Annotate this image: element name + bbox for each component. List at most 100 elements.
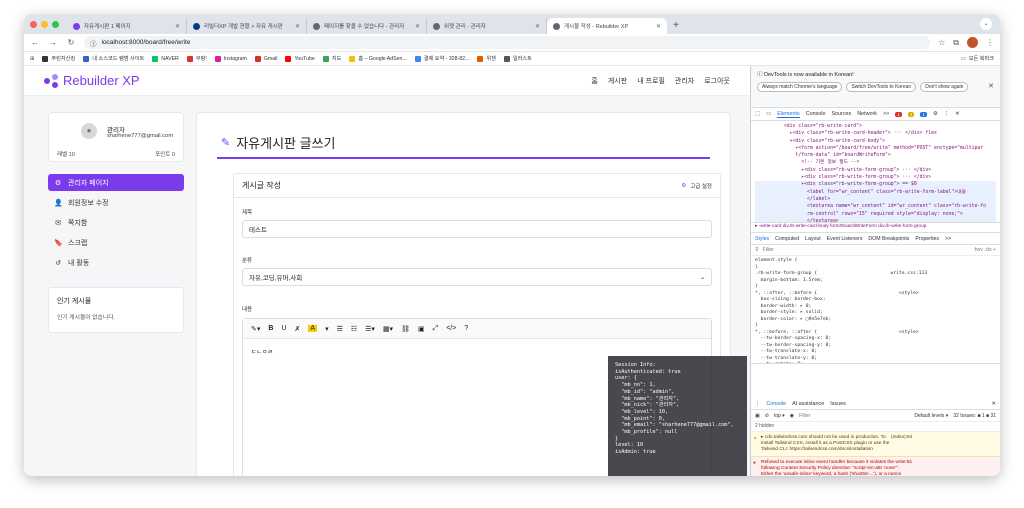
site-info-icon[interactable]: ⓘ bbox=[90, 38, 97, 48]
bookmark-item[interactable]: Instagram bbox=[214, 55, 247, 62]
editor-tool-button[interactable]: A bbox=[308, 325, 318, 332]
context-select[interactable]: top ▾ bbox=[774, 413, 785, 419]
editor-tool-button[interactable]: ▦▾ bbox=[383, 325, 393, 333]
tab-close-icon[interactable]: ✕ bbox=[656, 23, 661, 30]
dom-node-line[interactable]: <div class="rb-write-card"> bbox=[755, 123, 996, 130]
advanced-settings-button[interactable]: ⚙ 고급 설정 bbox=[681, 182, 712, 190]
console-tab[interactable]: AI assistance bbox=[792, 401, 824, 407]
category-select[interactable]: 자유,코딩,유머,사회 ⌄ bbox=[242, 268, 712, 286]
issues-badge[interactable]: 1 bbox=[920, 111, 927, 117]
sidebar-item[interactable]: ⚙ 관리자 페이지 bbox=[48, 174, 184, 191]
clear-console-icon[interactable]: ⊘ bbox=[765, 413, 769, 419]
bookmark-item[interactable]: Gmail bbox=[254, 55, 277, 62]
sidebar-toggle-icon[interactable]: ▣ bbox=[755, 413, 760, 419]
dom-breadcrumbs[interactable]: ▸ -write-card div.rb-write-card-body for… bbox=[751, 223, 1000, 233]
styles-subtab[interactable]: Layout bbox=[805, 236, 821, 242]
profile-avatar[interactable] bbox=[967, 37, 978, 48]
browser-tab[interactable]: 리빌더XP 개발 현황 > 자유 게시판 ✕ bbox=[187, 18, 307, 34]
dom-node-line[interactable]: ▸<div class="rb-write-form-group"> ··· <… bbox=[755, 167, 996, 174]
close-devtools-icon[interactable]: ✕ bbox=[955, 111, 960, 117]
tab-sources[interactable]: Sources bbox=[831, 111, 851, 117]
nav-link[interactable]: 관리자 bbox=[675, 76, 694, 86]
editor-tool-button[interactable]: ⤢ bbox=[433, 325, 439, 333]
nav-link[interactable]: 홈 bbox=[591, 76, 597, 86]
bookmark-item[interactable]: YouTube bbox=[285, 55, 315, 62]
close-window-button[interactable] bbox=[30, 20, 37, 28]
close-drawer-icon[interactable]: ✕ bbox=[991, 401, 996, 407]
warning-badge[interactable]: 1 bbox=[907, 111, 915, 117]
maximize-window-button[interactable] bbox=[52, 20, 59, 28]
device-icon[interactable]: ▭ bbox=[766, 111, 771, 117]
menu-icon[interactable]: ⋮ bbox=[986, 38, 994, 47]
styles-subtab[interactable]: Computed bbox=[775, 236, 799, 242]
tab-more[interactable]: >> bbox=[883, 111, 889, 117]
issues-count[interactable]: 32 Issues: ■ 1 ■ 31 bbox=[953, 413, 996, 419]
editor-tool-button[interactable]: ⛓ bbox=[401, 325, 410, 333]
sidebar-item[interactable]: 🔖 스크랩 bbox=[48, 234, 184, 251]
styles-toggles[interactable]: :hov .cls + bbox=[973, 247, 996, 253]
bookmark-item[interactable]: 주린자산킹 bbox=[42, 55, 75, 62]
editor-tool-button[interactable]: U bbox=[281, 325, 286, 332]
nav-link[interactable]: 로그아웃 bbox=[704, 76, 730, 86]
tab-console[interactable]: Console bbox=[806, 111, 826, 117]
drawer-menu-icon[interactable]: ⋮ bbox=[755, 401, 760, 407]
editor-tool-button[interactable]: ✗ bbox=[295, 325, 301, 333]
sidebar-item[interactable]: 👤 회원정보 수정 bbox=[48, 194, 184, 211]
editor-tool-button[interactable]: ☰▾ bbox=[365, 325, 375, 333]
console-warning[interactable]: ▸ cdn.tailwindcss.com should not be used… bbox=[751, 432, 1000, 457]
editor-tool-button[interactable]: ✎▾ bbox=[251, 325, 260, 333]
bookmark-item[interactable]: NAVER bbox=[152, 55, 179, 62]
bookmark-item[interactable]: 지도 bbox=[322, 55, 341, 62]
editor-tool-button[interactable]: </> bbox=[446, 325, 456, 332]
tab-close-icon[interactable]: ✕ bbox=[175, 23, 180, 30]
editor-tool-button[interactable]: ▾ bbox=[325, 325, 329, 333]
dom-node-line[interactable]: t/form-data" id="boardWriteForm"> bbox=[755, 152, 996, 159]
tab-close-icon[interactable]: ✕ bbox=[295, 23, 300, 30]
styles-subtab[interactable]: Styles bbox=[755, 236, 769, 242]
dom-node-line[interactable]: </label> bbox=[755, 195, 996, 204]
browser-tab[interactable]: 위젯 관리 - 관리자 ✕ bbox=[427, 18, 547, 34]
console-error[interactable]: Refused to execute inline event handler … bbox=[751, 457, 1000, 476]
dom-node-line[interactable]: <!-- 기본 정보 필드 --> bbox=[755, 159, 996, 166]
tab-close-icon[interactable]: ✕ bbox=[415, 23, 420, 30]
match-language-button[interactable]: Always match Chrome's language bbox=[757, 82, 843, 92]
dont-show-button[interactable]: Don't show again bbox=[920, 82, 969, 92]
close-icon[interactable]: ✕ bbox=[988, 82, 994, 90]
editor-tool-button[interactable]: ? bbox=[464, 325, 468, 332]
apps-icon[interactable]: ⊞ bbox=[30, 56, 34, 62]
reload-icon[interactable]: ↻ bbox=[66, 38, 76, 47]
back-icon[interactable]: ← bbox=[30, 38, 40, 47]
dom-node-line[interactable]: <textarea name="wr_content" id="wr_conte… bbox=[755, 203, 996, 211]
minimize-window-button[interactable] bbox=[41, 20, 48, 28]
kebab-icon[interactable]: ⋮ bbox=[944, 111, 949, 117]
styles-subtab[interactable]: DOM Breakpoints bbox=[868, 236, 909, 242]
styles-subtab[interactable]: >> bbox=[945, 236, 951, 242]
browser-tab[interactable]: 게시물 작성 - Rebuilder XP ✕ bbox=[547, 18, 667, 34]
styles-subtab[interactable]: Properties bbox=[915, 236, 939, 242]
settings-icon[interactable]: ⚙ bbox=[933, 111, 938, 117]
bookmark-item[interactable]: 쿠팡! bbox=[186, 55, 207, 62]
editor-tool-button[interactable]: ▣ bbox=[418, 325, 425, 333]
dom-node-line[interactable]: ▸<div class="rb-write-form-group"> ··· <… bbox=[755, 174, 996, 181]
tab-network[interactable]: Network bbox=[857, 111, 877, 117]
tab-elements[interactable]: Elements bbox=[777, 111, 800, 118]
error-badge[interactable]: 1 bbox=[895, 111, 902, 117]
bookmark-item[interactable]: 홈 – Google AdSen... bbox=[349, 55, 407, 62]
dom-node-line[interactable]: ▾<div class="rb-write-form-group"> == $0 bbox=[755, 181, 996, 189]
nav-link[interactable]: 내 프로필 bbox=[637, 76, 665, 86]
levels-select[interactable]: Default levels ▾ bbox=[914, 413, 948, 419]
bookmark-item[interactable]: 내 소스코드 렘범 사이트 bbox=[83, 55, 144, 62]
dom-node-line[interactable]: <label for="wr_content" class="rb-write-… bbox=[755, 188, 996, 196]
dom-node-line[interactable]: ▾<form action="/board/free/write" method… bbox=[755, 145, 996, 152]
bookmark-item[interactable]: 위젠 bbox=[477, 55, 496, 62]
browser-tab[interactable]: 자유게시판 1 페이지 ✕ bbox=[67, 18, 187, 34]
nav-link[interactable]: 게시판 bbox=[608, 76, 627, 86]
dom-node-line[interactable]: ▸<div class="rb-write-card-header"> ··· … bbox=[755, 130, 996, 137]
editor-tool-button[interactable]: ☷ bbox=[351, 325, 357, 333]
styles-subtab[interactable]: Event Listeners bbox=[827, 236, 863, 242]
tab-close-icon[interactable]: ✕ bbox=[535, 23, 540, 30]
sidebar-item[interactable]: ↺ 내 활동 bbox=[48, 254, 184, 271]
bookmark-item[interactable]: 일러스트 bbox=[503, 55, 532, 62]
eye-icon[interactable]: ◉ bbox=[790, 413, 794, 419]
site-logo[interactable]: Rebuilder XP bbox=[44, 73, 140, 88]
